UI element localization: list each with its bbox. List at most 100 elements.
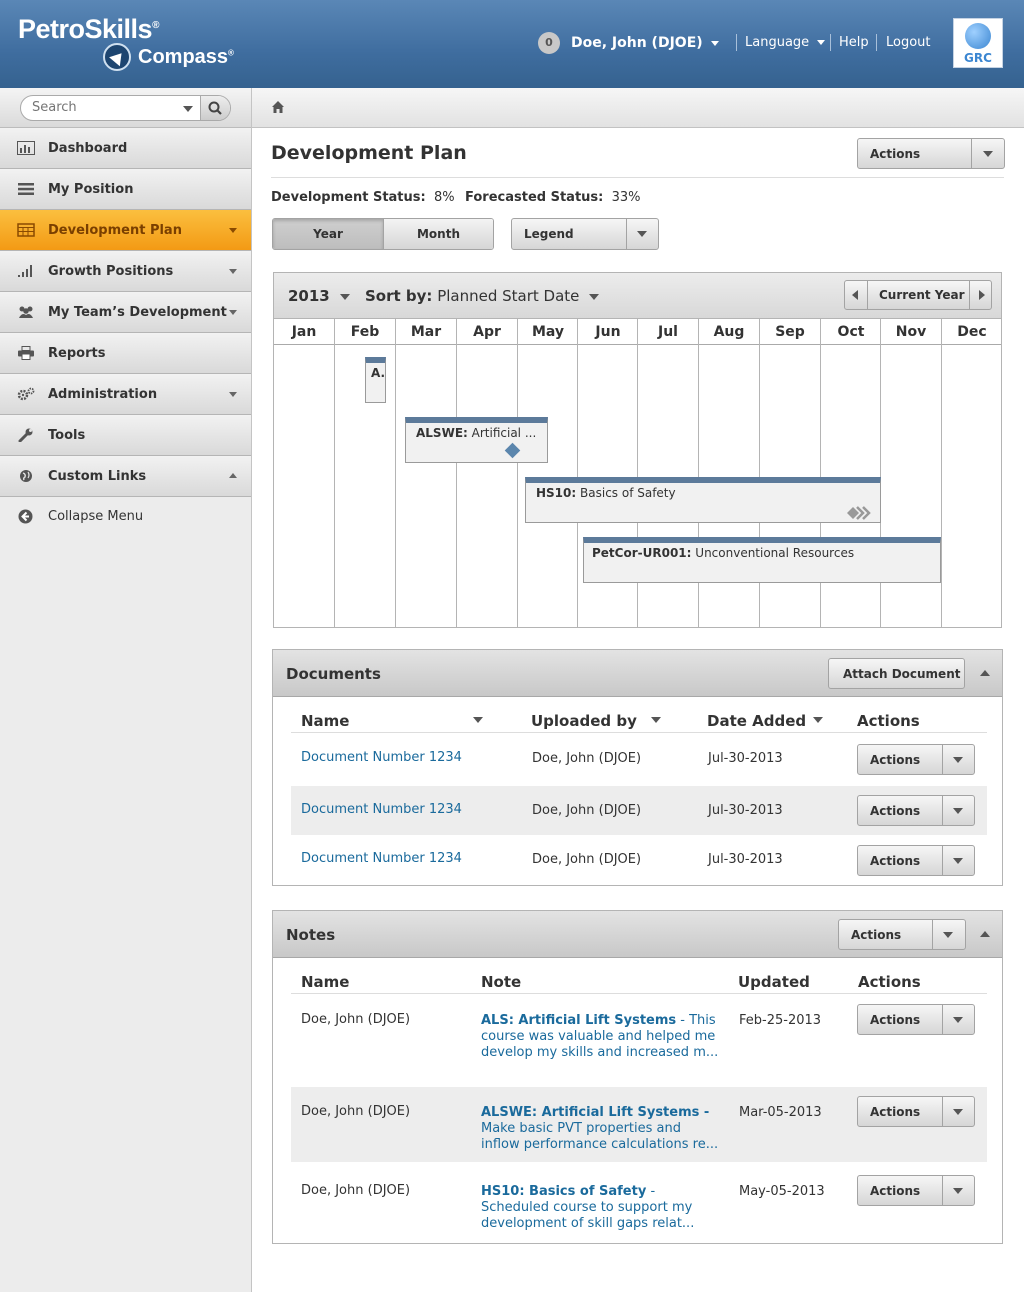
divider	[876, 34, 877, 51]
sidebar-item-dashboard[interactable]: Dashboard	[0, 128, 251, 169]
chevron-down-icon	[229, 228, 237, 233]
chevron-right-icon	[979, 290, 985, 300]
next-year-button[interactable]	[970, 281, 992, 309]
row-actions-button[interactable]: Actions	[857, 1004, 975, 1035]
course-name: Basics of Safety	[580, 486, 676, 500]
document-link[interactable]: Document Number 1234	[301, 802, 462, 817]
globe-icon	[20, 470, 32, 482]
note-text: course was valuable and helped me	[481, 1029, 716, 1044]
row-actions-button[interactable]: Actions	[857, 795, 975, 826]
note-link[interactable]: HS10: Basics of Safety - Scheduled course…	[481, 1184, 721, 1232]
column-name[interactable]: Name	[301, 712, 349, 730]
legend-button[interactable]: Legend	[511, 218, 659, 250]
collapse-menu-label: Collapse Menu	[48, 509, 144, 524]
course-code: A.	[371, 366, 386, 380]
globe-icon	[965, 23, 991, 49]
note-author: Doe, John (DJOE)	[301, 1183, 411, 1198]
sidebar-item-label: Development Plan	[48, 223, 182, 238]
chevron-left-icon	[852, 290, 858, 300]
row-actions-button[interactable]: Actions	[857, 1175, 975, 1206]
table-row: Doe, John (DJOE) ALS: Artificial Lift Sy…	[291, 994, 987, 1086]
help-link[interactable]: Help	[839, 35, 869, 50]
sort-selector[interactable]: Sort by: Planned Start Date	[365, 287, 600, 305]
gantt-bar-course[interactable]: A.	[365, 357, 386, 403]
sidebar-item-label: My Team’s Development	[48, 305, 227, 320]
sidebar-item-development-plan[interactable]: Development Plan	[0, 210, 251, 251]
note-updated: Feb-25-2013	[739, 1013, 822, 1028]
document-link[interactable]: Document Number 1234	[301, 851, 462, 866]
document-link[interactable]: Document Number 1234	[301, 750, 462, 765]
view-month-button[interactable]: Month	[383, 219, 493, 249]
note-text: inflow performance calculations re...	[481, 1137, 719, 1152]
column-label: Uploaded by	[531, 712, 637, 730]
user-menu[interactable]: Doe, John (DJOE)	[571, 35, 719, 51]
sidebar-item-my-position[interactable]: My Position	[0, 169, 251, 210]
notes-actions-button[interactable]: Actions	[838, 919, 966, 950]
sidebar-item-growth-positions[interactable]: Growth Positions	[0, 251, 251, 292]
sort-down-icon[interactable]	[473, 717, 483, 723]
signal-icon	[18, 265, 32, 277]
attach-document-button[interactable]: Attach Document	[828, 658, 965, 689]
notes-title: Notes	[286, 926, 336, 944]
search-icon	[208, 101, 222, 115]
sort-down-icon[interactable]	[813, 717, 823, 723]
actions-label: Actions	[870, 146, 921, 161]
year-navigator: Current Year	[844, 280, 992, 310]
collapse-panel-icon[interactable]	[980, 931, 990, 937]
home-icon[interactable]	[271, 100, 285, 114]
collapse-menu[interactable]: Collapse Menu	[0, 497, 251, 537]
note-link[interactable]: ALSWE: Artificial Lift Systems - Make bas…	[481, 1105, 721, 1153]
note-link[interactable]: ALS: Artificial Lift Systems - This cours…	[481, 1013, 721, 1061]
logout-link[interactable]: Logout	[886, 35, 931, 50]
page-actions-button[interactable]: Actions	[857, 138, 1005, 169]
chevron-down-icon	[229, 269, 237, 274]
legend-label: Legend	[524, 227, 574, 241]
search-dropdown-icon[interactable]	[183, 106, 193, 112]
development-status-label: Development Status:	[271, 190, 426, 205]
month-jul: Jul	[658, 324, 678, 340]
year-selector[interactable]: 2013	[288, 287, 350, 305]
forecasted-status: Forecasted Status: 33%	[465, 190, 641, 205]
team-icon	[19, 306, 33, 318]
actions-label: Actions	[870, 853, 921, 868]
gantt-bar-course[interactable]: HS10: Basics of Safety	[525, 477, 881, 523]
month-apr: Apr	[473, 324, 501, 340]
row-actions-button[interactable]: Actions	[857, 1096, 975, 1127]
brand-logo[interactable]: PetroSkills®	[18, 14, 159, 45]
sidebar-item-reports[interactable]: Reports	[0, 333, 251, 374]
month-nov: Nov	[895, 324, 927, 340]
language-menu[interactable]: Language	[745, 35, 826, 50]
divider	[942, 1176, 943, 1205]
row-actions-button[interactable]: Actions	[857, 744, 975, 775]
notification-badge[interactable]: 0	[538, 32, 560, 54]
view-year-button[interactable]: Year	[273, 219, 383, 249]
divider	[736, 34, 737, 51]
row-actions-button[interactable]: Actions	[857, 845, 975, 876]
sidebar: Dashboard My Position Development Plan G…	[0, 88, 252, 1292]
column-label: Date Added	[707, 712, 807, 730]
column-actions: Actions	[858, 973, 921, 991]
sidebar-item-custom-links[interactable]: Custom Links	[0, 456, 251, 497]
sidebar-item-tools[interactable]: Tools	[0, 415, 251, 456]
sidebar-item-administration[interactable]: Administration	[0, 374, 251, 415]
actions-label: Actions	[870, 1012, 921, 1027]
collapse-panel-icon[interactable]	[980, 670, 990, 676]
chevron-down-icon	[589, 293, 600, 300]
sidebar-item-label: Dashboard	[48, 141, 128, 156]
sort-down-icon[interactable]	[651, 717, 661, 723]
chevron-down-icon	[953, 857, 963, 864]
column-uploaded-by[interactable]: Uploaded by	[531, 712, 637, 730]
documents-panel: Documents Attach Document Name Uploaded …	[272, 649, 1003, 886]
column-name: Name	[301, 973, 350, 991]
search-button[interactable]	[200, 96, 230, 120]
column-date-added[interactable]: Date Added	[707, 712, 806, 730]
sidebar-item-my-teams-development[interactable]: My Team’s Development	[0, 292, 251, 333]
gantt-bar-course[interactable]: PetCor-UR001: Unconventional Resources	[583, 537, 941, 583]
search-input[interactable]	[32, 100, 172, 115]
year-label: 2013	[288, 287, 330, 305]
gantt-bar-course[interactable]: ALSWE: Artificial ...	[405, 417, 548, 463]
note-text: develop my skills and increased m...	[481, 1045, 719, 1060]
grc-logo[interactable]: GRC	[953, 18, 1003, 68]
current-year-button[interactable]: Current Year	[879, 288, 965, 302]
previous-year-button[interactable]	[845, 281, 867, 309]
